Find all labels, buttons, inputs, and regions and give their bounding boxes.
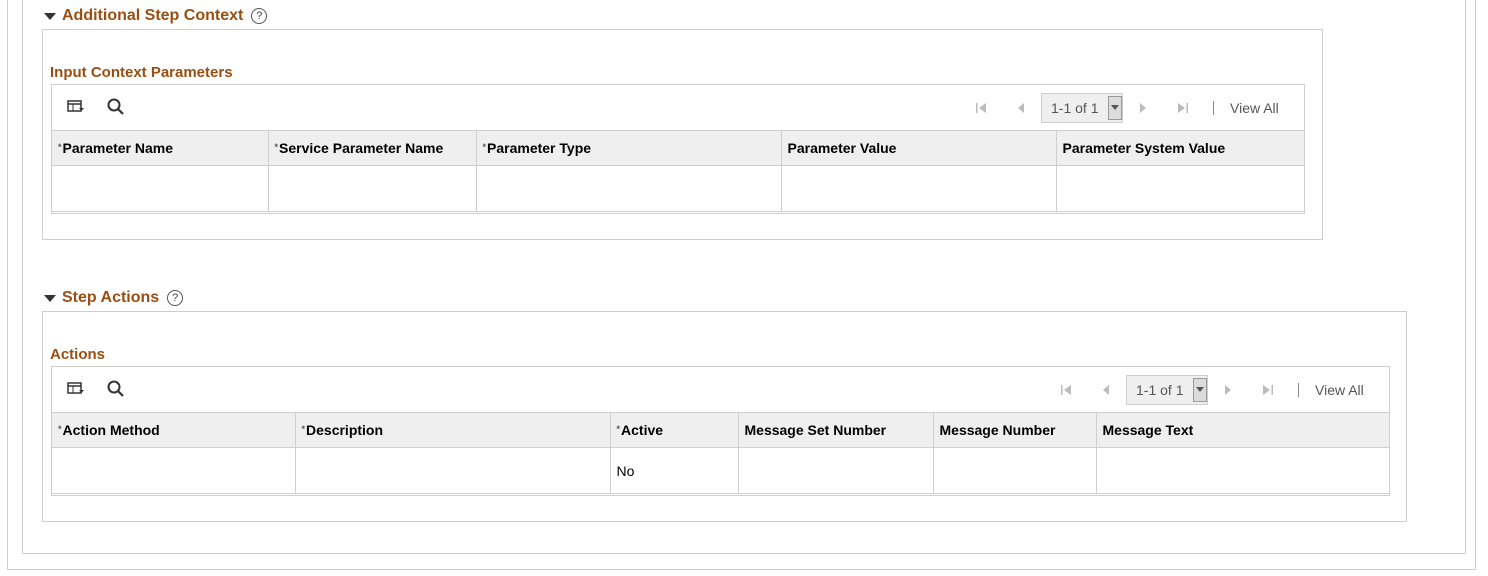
grid-toolbar: 1-1 of 1 View All xyxy=(52,367,1389,412)
grid-title: Actions xyxy=(50,346,106,363)
grid-navigation: 1-1 of 1 View All xyxy=(1046,375,1364,405)
pager-select[interactable]: 1-1 of 1 xyxy=(1041,93,1123,123)
grid-navigation: 1-1 of 1 View All xyxy=(961,93,1279,123)
table-cell xyxy=(476,165,782,212)
pager-label: 1-1 of 1 xyxy=(1136,382,1184,398)
grid-table: *Parameter Name *Service Parameter Name … xyxy=(52,130,1304,212)
active-value: No xyxy=(610,447,739,494)
column-header[interactable]: *Parameter Type xyxy=(476,130,782,166)
previous-page-icon[interactable] xyxy=(1014,101,1028,115)
first-page-icon[interactable] xyxy=(1059,383,1073,397)
table-cell xyxy=(933,447,1097,494)
table-header-row: *Action Method *Description *Active Mess… xyxy=(52,412,1389,448)
table-cell xyxy=(52,165,269,212)
section-header-additional-step-context[interactable]: Additional Step Context ? xyxy=(44,7,268,25)
pager-label: 1-1 of 1 xyxy=(1051,100,1099,116)
table-cell xyxy=(738,447,934,494)
view-all-link[interactable]: View All xyxy=(1230,100,1279,116)
grid-table: *Action Method *Description *Active Mess… xyxy=(52,412,1389,494)
table-cell xyxy=(1056,165,1304,212)
pager-select[interactable]: 1-1 of 1 xyxy=(1126,375,1208,405)
table-row xyxy=(52,165,1304,212)
help-circle-icon[interactable]: ? xyxy=(167,290,184,306)
search-icon[interactable] xyxy=(106,379,126,399)
table-cell xyxy=(1096,447,1389,494)
column-header[interactable]: Message Set Number xyxy=(738,412,934,448)
last-page-icon[interactable] xyxy=(1176,101,1190,115)
grid-title: Input Context Parameters xyxy=(50,64,233,81)
section-title: Step Actions xyxy=(62,289,160,306)
chevron-down-icon[interactable] xyxy=(1193,378,1207,402)
grid-actions: 1-1 of 1 View All *Action Method *Descri… xyxy=(51,366,1390,496)
column-header[interactable]: *Parameter Name xyxy=(52,130,269,166)
section-title: Additional Step Context xyxy=(62,7,244,24)
separator xyxy=(1298,383,1299,397)
column-header[interactable]: *Action Method xyxy=(52,412,296,448)
table-row: No xyxy=(52,447,1389,494)
triangle-down-icon[interactable] xyxy=(44,12,56,20)
column-header[interactable]: Message Text xyxy=(1096,412,1389,448)
column-header[interactable]: Parameter Value xyxy=(781,130,1057,166)
table-cell xyxy=(781,165,1057,212)
view-all-link[interactable]: View All xyxy=(1315,382,1364,398)
column-header[interactable]: *Service Parameter Name xyxy=(268,130,477,166)
column-header[interactable]: *Active xyxy=(610,412,739,448)
grid-toolbar: 1-1 of 1 View All xyxy=(52,85,1304,130)
first-page-icon[interactable] xyxy=(974,101,988,115)
grid-input-context-parameters: 1-1 of 1 View All *Parameter Name *Servi… xyxy=(51,84,1305,214)
table-cell xyxy=(268,165,477,212)
separator xyxy=(1213,101,1214,115)
next-page-icon[interactable] xyxy=(1136,101,1150,115)
column-header[interactable]: Message Number xyxy=(933,412,1097,448)
help-circle-icon[interactable]: ? xyxy=(251,8,268,24)
last-page-icon[interactable] xyxy=(1261,383,1275,397)
triangle-down-icon[interactable] xyxy=(44,294,56,302)
column-header[interactable]: Parameter System Value xyxy=(1056,130,1304,166)
grid-personalize-icon[interactable] xyxy=(66,97,86,117)
next-page-icon[interactable] xyxy=(1221,383,1235,397)
column-header[interactable]: *Description xyxy=(295,412,611,448)
table-cell xyxy=(52,447,296,494)
previous-page-icon[interactable] xyxy=(1099,383,1113,397)
chevron-down-icon[interactable] xyxy=(1108,96,1122,120)
table-header-row: *Parameter Name *Service Parameter Name … xyxy=(52,130,1304,166)
grid-personalize-icon[interactable] xyxy=(66,379,86,399)
search-icon[interactable] xyxy=(106,97,126,117)
table-cell xyxy=(295,447,611,494)
section-header-step-actions[interactable]: Step Actions ? xyxy=(44,289,184,307)
